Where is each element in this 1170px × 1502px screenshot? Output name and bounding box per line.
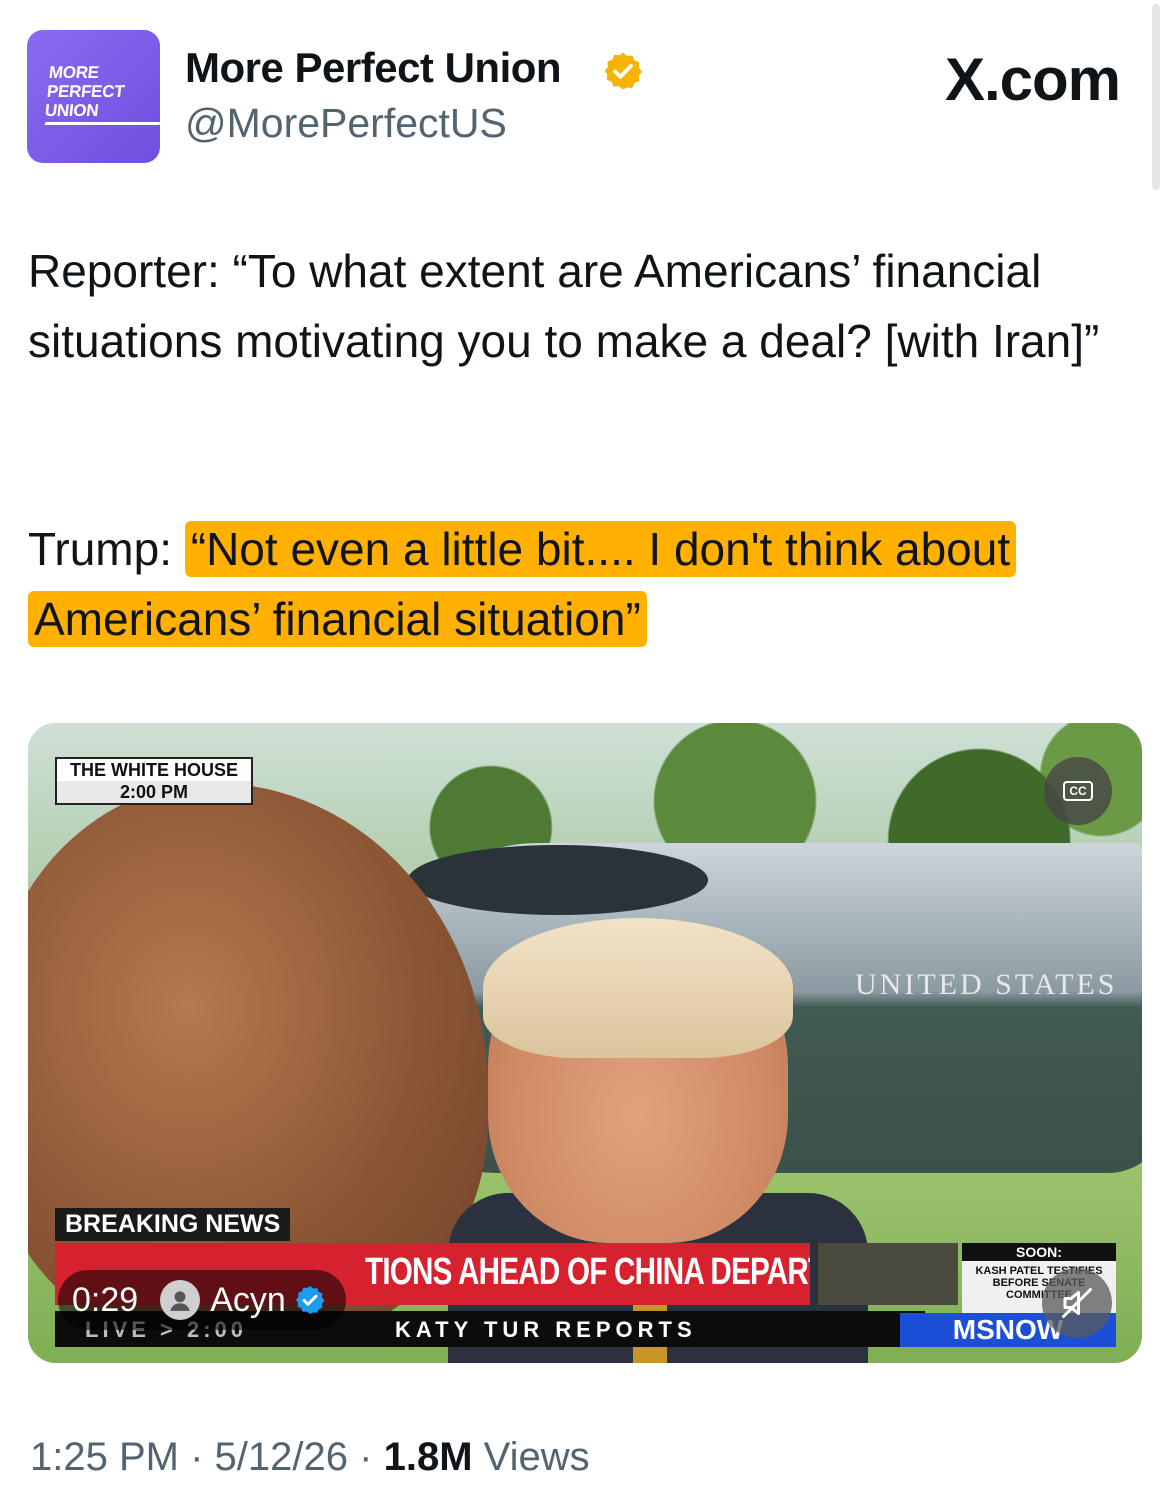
verified-badge-icon — [295, 1286, 325, 1314]
separator: · — [359, 1435, 373, 1479]
views-label: Views — [483, 1435, 590, 1479]
cc-icon: CC — [1063, 781, 1093, 801]
helicopter-window — [408, 845, 708, 915]
video-info-pill[interactable]: 0:29 Acyn — [58, 1270, 346, 1330]
site-watermark: X.com — [944, 46, 1121, 113]
mute-button[interactable] — [1042, 1268, 1112, 1338]
inset-video-thumbnail — [818, 1243, 958, 1305]
user-handle[interactable]: @MorePerfectUS — [185, 100, 507, 147]
video-player[interactable]: UNITED STATES THE WHITE HOUSE 2:00 PM CC… — [28, 723, 1142, 1363]
tweet-text-trump: Trump: “Not even a little bit.... I don'… — [28, 514, 1153, 654]
location-tag: THE WHITE HOUSE 2:00 PM — [55, 757, 253, 805]
speaker-muted-icon — [1062, 1288, 1092, 1318]
uploader-name: Acyn — [210, 1280, 286, 1319]
verified-badge-icon — [604, 52, 643, 90]
speaker-hair — [483, 918, 793, 1058]
profile-avatar[interactable]: MORE PERFECT UNION — [27, 30, 160, 163]
views-count: 1.8M — [383, 1435, 473, 1479]
display-name[interactable]: More Perfect Union — [185, 44, 562, 92]
avatar-underline — [44, 122, 160, 125]
avatar-logo-text: MORE PERFECT UNION — [44, 63, 126, 120]
quote-speaker: Trump: — [28, 523, 185, 575]
video-duration: 0:29 — [72, 1280, 139, 1319]
helicopter-lettering: UNITED STATES — [855, 968, 1118, 1001]
tweet-meta: 1:25 PM · 5/12/26 · 1.8M Views — [30, 1435, 590, 1480]
breaking-news-label: BREAKING NEWS — [55, 1208, 291, 1241]
captions-button[interactable]: CC — [1044, 757, 1112, 825]
uploader-avatar — [160, 1280, 201, 1320]
scrollbar[interactable] — [1152, 4, 1160, 190]
post-date[interactable]: 5/12/26 — [215, 1435, 348, 1479]
separator: · — [190, 1435, 204, 1479]
post-time[interactable]: 1:25 PM — [30, 1435, 179, 1479]
uploader-avatar-icon — [170, 1291, 190, 1311]
tweet-text-reporter: Reporter: “To what extent are Americans’… — [28, 245, 1100, 367]
